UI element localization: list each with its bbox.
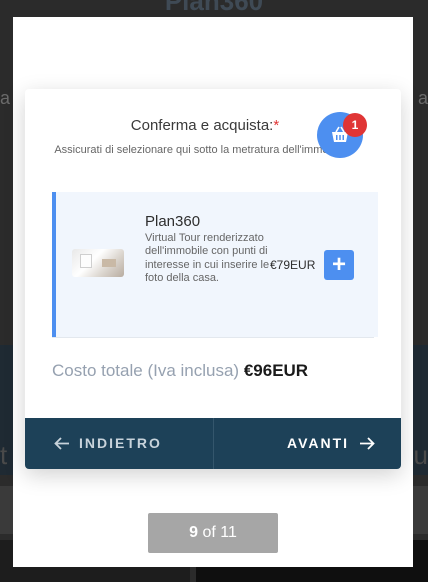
- background-text-left-2: t: [0, 440, 8, 470]
- product-description: Virtual Tour renderizzato dell'immobile …: [145, 232, 270, 285]
- step-pager: 9 of 11: [148, 513, 278, 553]
- add-product-button[interactable]: +: [324, 250, 354, 280]
- pager-current: 9: [189, 524, 199, 541]
- step-title-text: Conferma e acquista:: [130, 117, 274, 134]
- modal-dialog: Conferma e acquista:* Assicurati di sele…: [13, 17, 413, 567]
- total-value: €96EUR: [243, 361, 309, 380]
- step-subtitle: Assicurati di selezionare qui sotto la m…: [54, 144, 346, 156]
- product-name: Plan360: [145, 213, 201, 230]
- cart-count-badge: 1: [343, 113, 367, 137]
- background-title: Plan360: [164, 0, 264, 16]
- next-label: AVANTI: [287, 435, 350, 451]
- next-button[interactable]: AVANTI: [214, 418, 401, 469]
- divider: [52, 337, 374, 338]
- product-thumbnail: [72, 249, 124, 277]
- total-label: Costo totale (Iva inclusa): [52, 361, 240, 380]
- navigation-bar: INDIETRO AVANTI: [25, 418, 401, 469]
- back-button[interactable]: INDIETRO: [25, 418, 213, 469]
- arrow-left-icon: [54, 437, 69, 450]
- checkout-card: Conferma e acquista:* Assicurati di sele…: [25, 89, 401, 469]
- arrow-right-icon: [360, 437, 375, 450]
- total-cost: Costo totale (Iva inclusa) €96EUR: [52, 361, 308, 381]
- background-text-right-2: u: [413, 440, 428, 470]
- pager-total: 11: [220, 524, 237, 541]
- pager-separator: of: [202, 524, 216, 541]
- background-text-left: a: [0, 88, 11, 108]
- product-item: Plan360 Virtual Tour renderizzato dell'i…: [52, 192, 378, 337]
- product-price: €79EUR: [270, 258, 316, 272]
- back-label: INDIETRO: [79, 435, 162, 451]
- required-mark: *: [273, 117, 280, 134]
- background-text-right: a: [417, 88, 428, 108]
